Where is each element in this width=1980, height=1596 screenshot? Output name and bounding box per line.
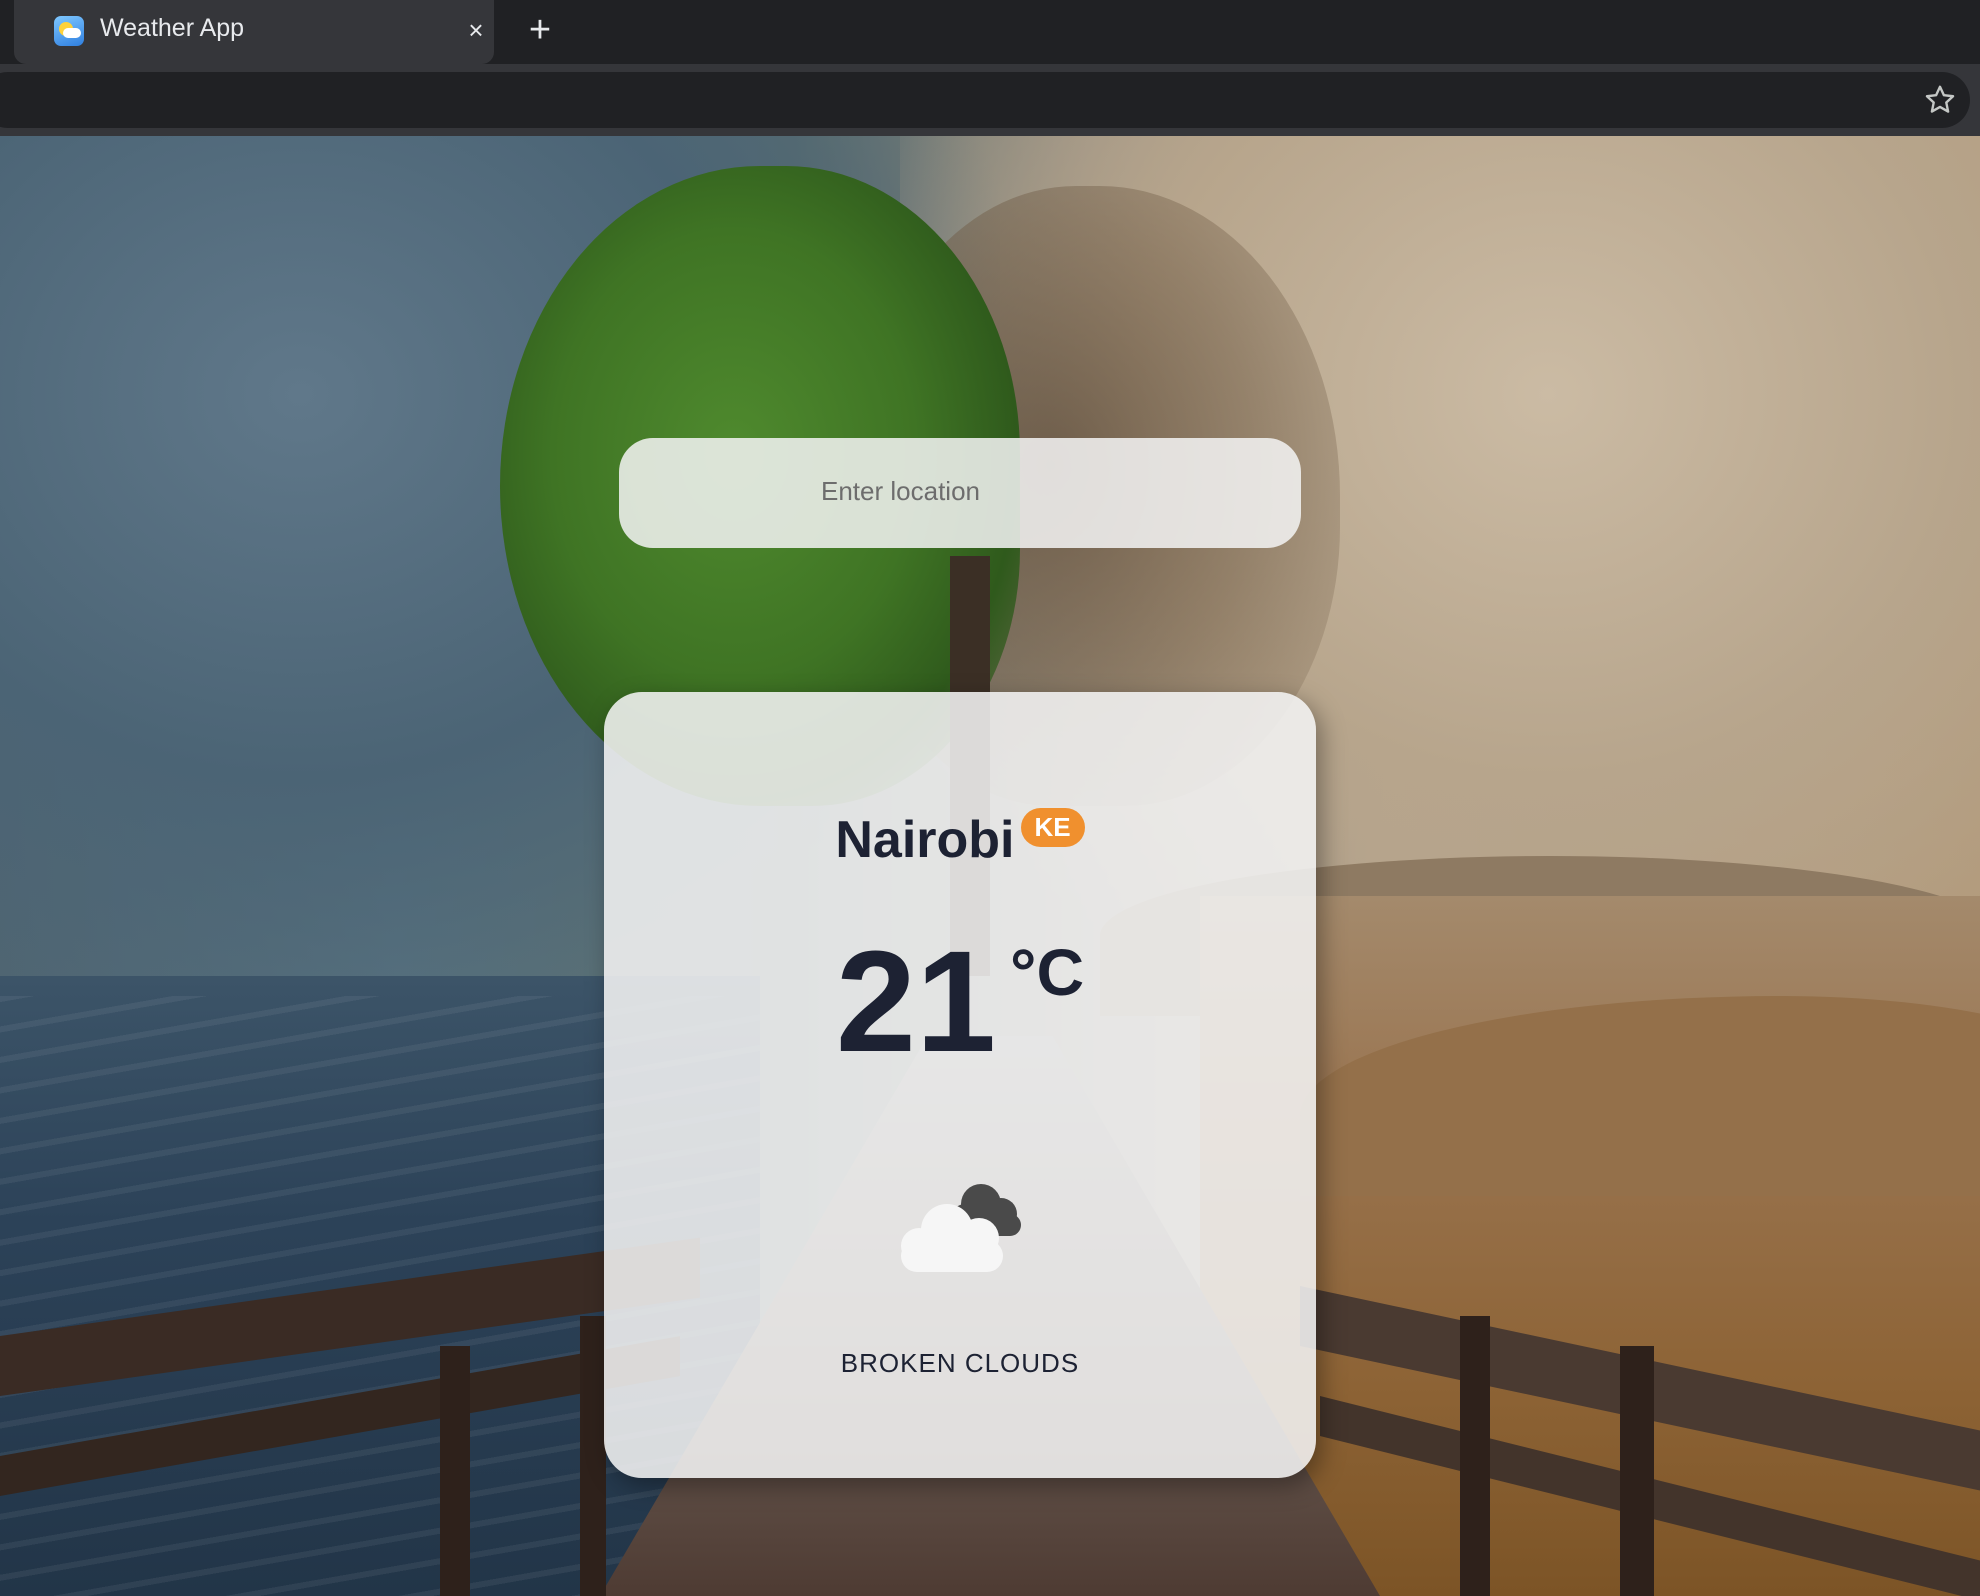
tab-title: Weather App xyxy=(100,14,245,42)
weather-card: Nairobi KE 21 °C BROKEN CLOUDS xyxy=(604,692,1316,1478)
broken-clouds-icon xyxy=(901,1184,1021,1272)
city-name: Nairobi xyxy=(835,811,1015,869)
browser-tab[interactable]: Weather App × xyxy=(14,0,494,64)
location-row: Nairobi KE xyxy=(604,808,1316,870)
country-badge: KE xyxy=(1020,808,1085,847)
new-tab-icon[interactable]: + xyxy=(520,10,560,50)
browser-tabstrip: Weather App × + xyxy=(0,0,1980,64)
weather-description: BROKEN CLOUDS xyxy=(840,1348,1080,1378)
temperature-value: 21 xyxy=(835,921,997,1082)
temperature-row: 21 °C xyxy=(604,921,1316,1082)
page-background: Enter location Nairobi KE 21 °C BROKEN CLO… xyxy=(0,136,1980,1596)
weather-app-icon xyxy=(54,16,84,46)
browser-toolbar xyxy=(0,64,1980,200)
star-icon[interactable] xyxy=(1922,82,1958,118)
close-icon[interactable]: × xyxy=(460,14,492,46)
temperature-unit: °C xyxy=(1010,935,1085,1009)
search-input[interactable]: Enter location xyxy=(619,438,1301,548)
address-bar[interactable] xyxy=(0,72,1970,128)
search-placeholder: Enter location xyxy=(821,476,980,506)
